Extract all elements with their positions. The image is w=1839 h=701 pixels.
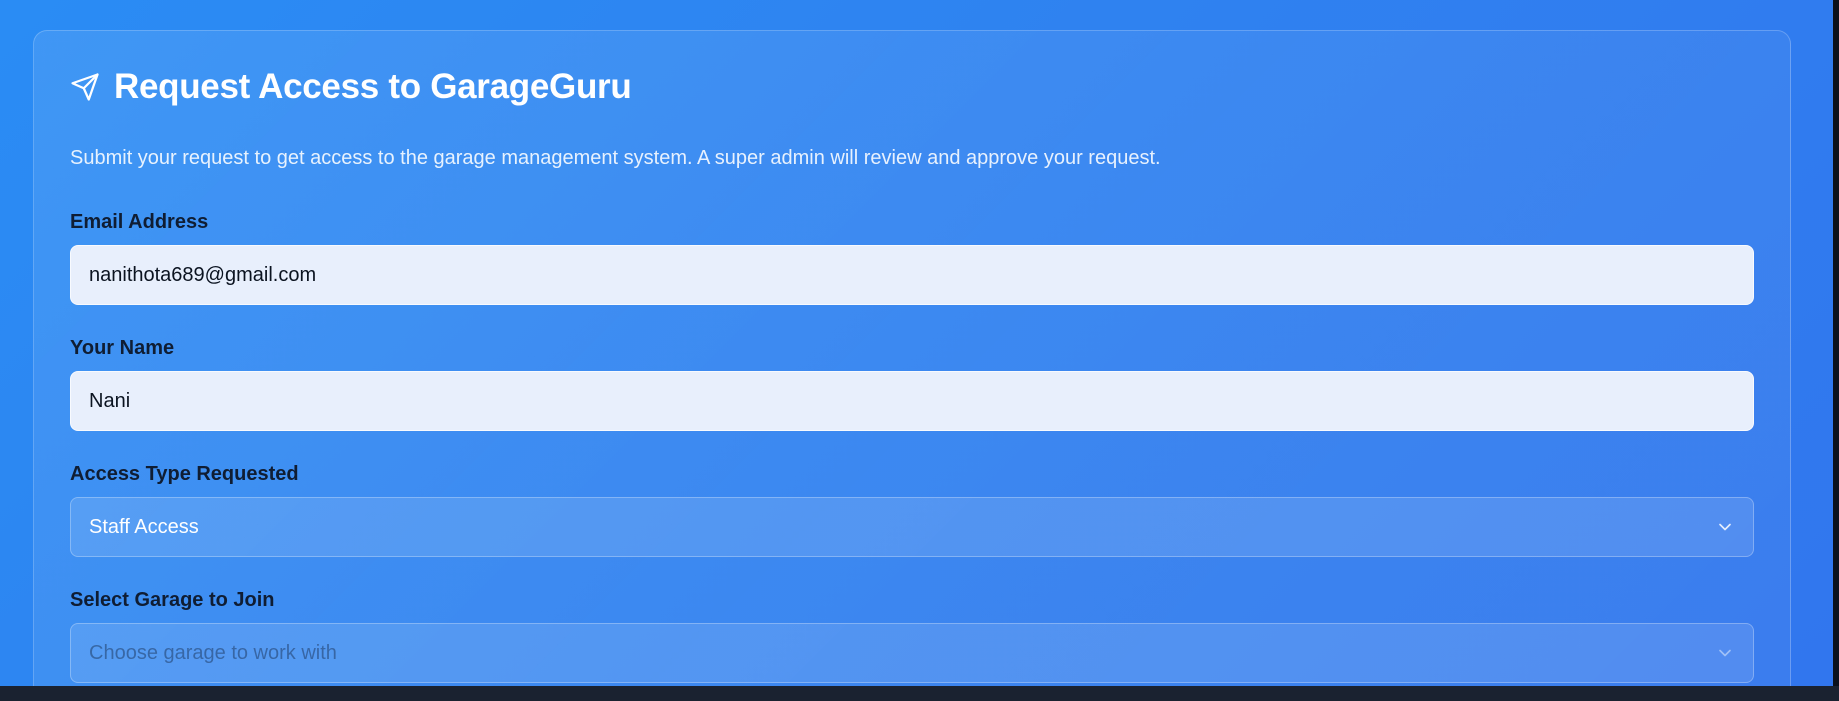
send-icon (70, 72, 100, 102)
chevron-down-icon (1715, 643, 1735, 663)
name-value: Nani (89, 389, 131, 412)
email-label: Email Address (70, 211, 209, 233)
garage-label: Select Garage to Join (70, 589, 275, 611)
access-type-label: Access Type Requested (70, 463, 299, 485)
garage-select[interactable]: Choose garage to work with (70, 623, 1754, 683)
card-header: Request Access to GarageGuru (70, 67, 632, 107)
window-bottom-edge (0, 686, 1839, 701)
name-field[interactable]: Nani (70, 371, 1754, 431)
access-type-select[interactable]: Staff Access (70, 497, 1754, 557)
request-access-card: Request Access to GarageGuru Submit your… (33, 30, 1791, 686)
chevron-down-icon (1715, 517, 1735, 537)
email-field[interactable]: nanithota689@gmail.com (70, 245, 1754, 305)
page-title: Request Access to GarageGuru (114, 67, 632, 106)
window-right-edge (1833, 0, 1839, 686)
email-value: nanithota689@gmail.com (89, 263, 317, 286)
access-type-value: Staff Access (89, 515, 199, 538)
garage-placeholder: Choose garage to work with (89, 641, 337, 664)
page-viewport: Request Access to GarageGuru Submit your… (0, 0, 1833, 686)
page-subtitle: Submit your request to get access to the… (70, 147, 1161, 169)
name-label: Your Name (70, 337, 175, 359)
